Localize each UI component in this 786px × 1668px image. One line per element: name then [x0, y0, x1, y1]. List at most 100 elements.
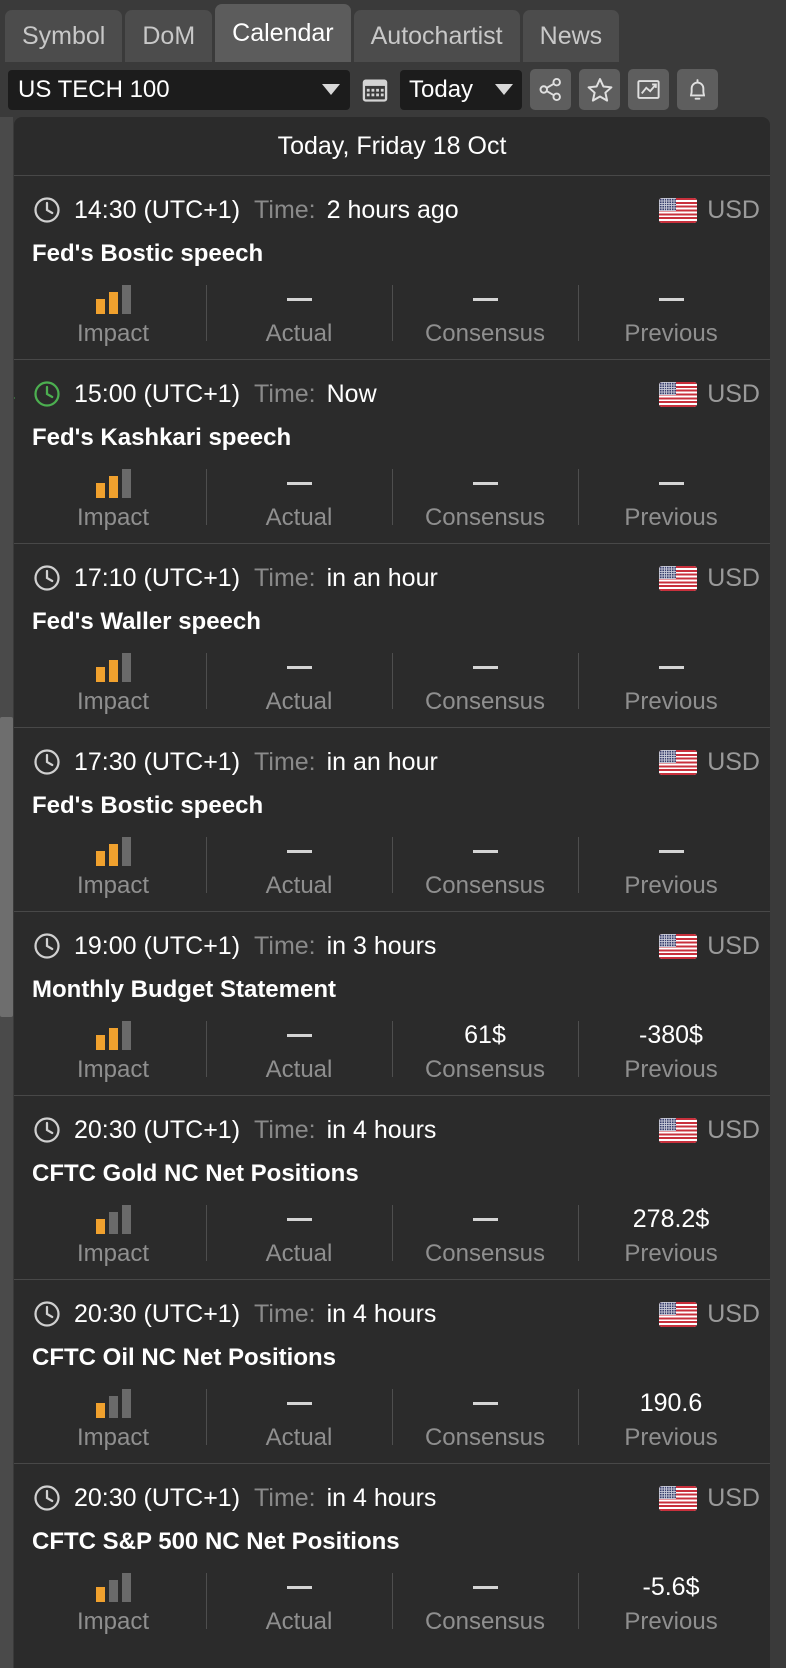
calendar-event-row[interactable]: 15:00 (UTC+1) Time: Now USD Fed's Kashkari s…	[14, 359, 770, 543]
tab-autochartist[interactable]: Autochartist	[353, 10, 520, 62]
tab-calendar[interactable]: Calendar	[215, 4, 351, 62]
actual-caption: Actual	[265, 1240, 333, 1267]
symbol-select[interactable]: US TECH 100	[8, 69, 350, 110]
event-title[interactable]: Fed's Bostic speech	[14, 783, 770, 820]
calendar-event-row[interactable]: 19:00 (UTC+1) Time: in 3 hours USD Monthly B…	[14, 911, 770, 1095]
us-flag-icon	[659, 1301, 698, 1327]
currency-code: USD	[707, 1115, 760, 1144]
event-title[interactable]: Fed's Kashkari speech	[14, 415, 770, 452]
actual-value	[286, 468, 312, 498]
metric-actual: Actual	[206, 1204, 392, 1268]
calendar-panel: Today, Friday 18 Oct 14:30 (UTC+1) Time: 2…	[14, 117, 770, 1668]
event-title[interactable]: Fed's Bostic speech	[14, 231, 770, 268]
chevron-down-icon	[495, 84, 513, 95]
empty-value-dash	[472, 849, 498, 853]
calendar-event-row[interactable]: 17:10 (UTC+1) Time: in an hour USD Fed's Wal…	[14, 543, 770, 727]
previous-value: -380$	[639, 1020, 703, 1049]
metric-impact: Impact	[20, 1020, 206, 1084]
event-relative-time: in an hour	[326, 747, 438, 776]
event-time: 20:30 (UTC+1)	[74, 1115, 241, 1144]
metric-previous: Previous	[578, 284, 764, 348]
event-metrics: Impact Actual 61$ Consensus -380$ Previous	[14, 1020, 770, 1095]
time-label: Time:	[254, 1483, 316, 1512]
event-title[interactable]: Fed's Waller speech	[14, 599, 770, 636]
previous-value	[658, 836, 684, 866]
actual-caption: Actual	[265, 688, 333, 715]
event-title[interactable]: CFTC S&P 500 NC Net Positions	[14, 1519, 770, 1556]
event-currency: USD	[659, 196, 760, 225]
empty-value-dash	[286, 665, 312, 669]
consensus-caption: Consensus	[424, 1240, 546, 1267]
calendar-event-row[interactable]: 20:30 (UTC+1) Time: in 4 hours USD CFTC S&P …	[14, 1463, 770, 1647]
alerts-button[interactable]	[677, 69, 718, 110]
event-metrics: Impact Actual Consensus -5.6$ Previous	[14, 1572, 770, 1647]
impact-bars	[95, 652, 131, 682]
metric-previous: Previous	[578, 836, 764, 900]
tab-news[interactable]: News	[522, 10, 620, 62]
right-scrollbar[interactable]	[777, 117, 786, 1668]
tab-dom[interactable]: DoM	[125, 10, 213, 62]
event-time: 17:30 (UTC+1)	[74, 747, 241, 776]
impact-value	[95, 284, 131, 314]
event-metrics: Impact Actual Consensus 190.6 Previous	[14, 1388, 770, 1463]
consensus-caption: Consensus	[424, 688, 546, 715]
chart-icon	[637, 80, 660, 99]
actual-value	[286, 836, 312, 866]
event-title[interactable]: CFTC Oil NC Net Positions	[14, 1335, 770, 1372]
share-button[interactable]	[530, 69, 571, 110]
impact-bars	[95, 1388, 131, 1418]
impact-value	[95, 652, 131, 682]
metric-actual: Actual	[206, 468, 392, 532]
calendar-event-row[interactable]: 14:30 (UTC+1) Time: 2 hours ago USD Fed's Bo…	[14, 175, 770, 359]
bell-icon	[690, 79, 705, 100]
impact-value	[95, 1204, 131, 1234]
calendar-icon-button[interactable]	[358, 70, 392, 110]
calendar-event-row[interactable]: 17:30 (UTC+1) Time: in an hour USD Fed's Bos…	[14, 727, 770, 911]
us-flag-icon	[659, 1485, 698, 1511]
actual-caption: Actual	[265, 1424, 333, 1451]
event-header: 20:30 (UTC+1) Time: in 4 hours USD	[14, 1477, 770, 1519]
consensus-caption: Consensus	[424, 872, 546, 899]
calendar-event-row[interactable]: 20:30 (UTC+1) Time: in 4 hours USD CFTC Gold…	[14, 1095, 770, 1279]
consensus-value	[472, 284, 498, 314]
consensus-caption: Consensus	[424, 1608, 546, 1635]
event-metrics: Impact Actual Consensus Previous	[14, 836, 770, 911]
metric-previous: 190.6 Previous	[578, 1388, 764, 1452]
calendar-toolbar: US TECH 100 Today	[0, 62, 786, 117]
period-select[interactable]: Today	[400, 69, 522, 110]
previous-caption: Previous	[624, 688, 718, 715]
actual-value	[286, 652, 312, 682]
metric-previous: Previous	[578, 652, 764, 716]
left-scrollbar-thumb[interactable]	[0, 717, 13, 1017]
event-title[interactable]: CFTC Gold NC Net Positions	[14, 1151, 770, 1188]
metric-impact: Impact	[20, 836, 206, 900]
left-scrollbar[interactable]	[0, 117, 13, 1668]
event-time: 15:00 (UTC+1)	[74, 379, 241, 408]
metric-previous: Previous	[578, 468, 764, 532]
impact-caption: Impact	[76, 1240, 150, 1267]
metric-consensus: Consensus	[392, 836, 578, 900]
event-time: 20:30 (UTC+1)	[74, 1483, 241, 1512]
favorite-button[interactable]	[579, 69, 620, 110]
us-flag-icon	[659, 933, 698, 959]
time-label: Time:	[254, 563, 316, 592]
metric-previous: -380$ Previous	[578, 1020, 764, 1084]
tab-symbol[interactable]: Symbol	[5, 10, 123, 62]
event-relative-time: in 4 hours	[326, 1483, 437, 1512]
star-icon	[587, 77, 612, 102]
calendar-event-row[interactable]: 20:30 (UTC+1) Time: in 4 hours USD CFTC Oil …	[14, 1279, 770, 1463]
event-relative-time: Now	[326, 379, 377, 408]
consensus-caption: Consensus	[424, 504, 546, 531]
event-header: 19:00 (UTC+1) Time: in 3 hours USD	[14, 925, 770, 967]
empty-value-dash	[286, 1401, 312, 1405]
empty-value-dash	[658, 481, 684, 485]
previous-value	[658, 652, 684, 682]
event-header: 20:30 (UTC+1) Time: in 4 hours USD	[14, 1109, 770, 1151]
event-relative-time: in an hour	[326, 563, 438, 592]
empty-value-dash	[472, 481, 498, 485]
now-marker-icon	[14, 384, 15, 412]
event-currency: USD	[659, 748, 760, 777]
chart-button[interactable]	[628, 69, 669, 110]
us-flag-icon	[659, 565, 698, 591]
event-title[interactable]: Monthly Budget Statement	[14, 967, 770, 1004]
